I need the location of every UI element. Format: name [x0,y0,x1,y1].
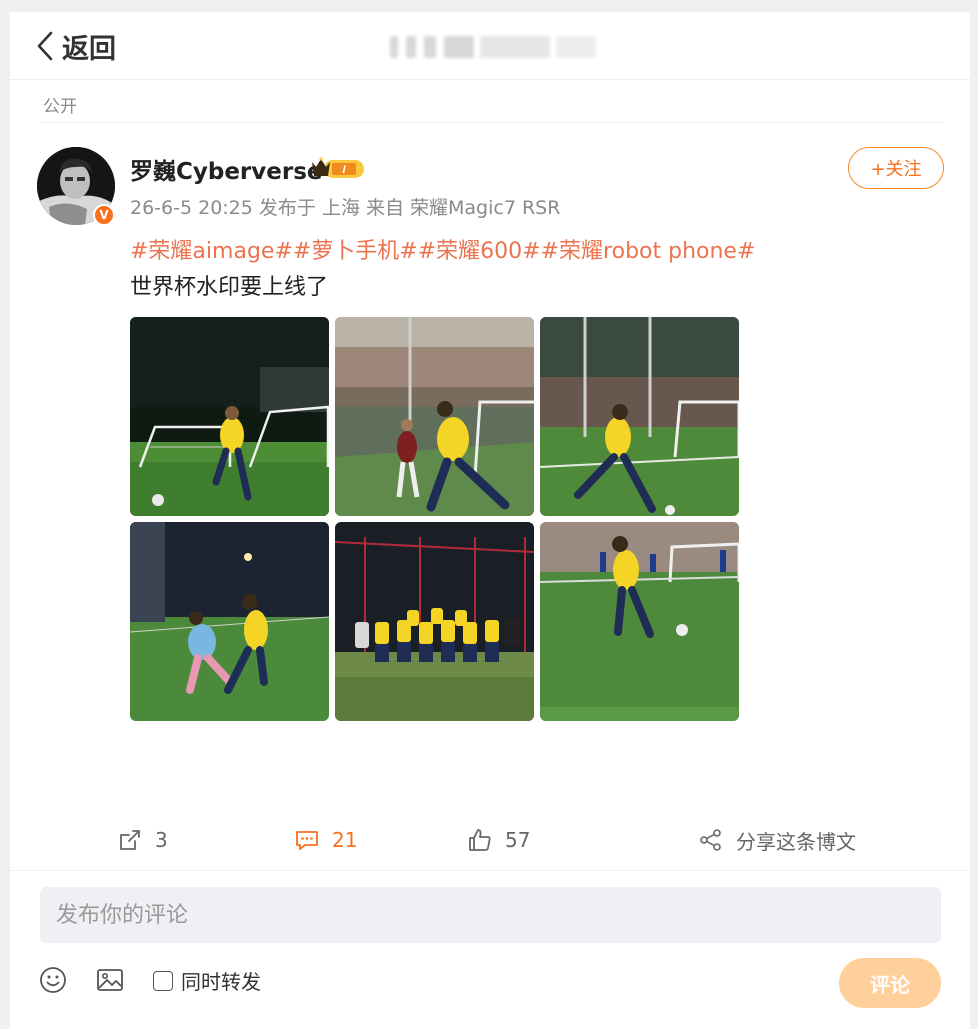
hashtag-link[interactable]: #萝卜手机# [293,239,418,264]
follow-button[interactable]: +关注 [848,147,944,189]
image-button[interactable] [95,965,125,995]
comment-count: 21 [332,828,358,852]
photo-thumbnail[interactable] [335,317,534,516]
hashtag-link[interactable]: #荣耀aimage# [130,239,293,264]
comment-icon [296,831,318,850]
share-button[interactable]: 分享这条博文 [698,820,856,860]
emoji-button[interactable] [38,965,68,995]
post-text: 世界杯水印要上线了 [130,275,329,300]
divider [40,122,944,123]
hashtags: #荣耀aimage##萝卜手机##荣耀600##荣耀robot phone# [130,233,755,265]
hashtag-link[interactable]: #荣耀robot phone# [541,239,756,264]
post-meta: 26-6-5 20:25 发布于 上海 来自 荣耀Magic7 RSR [130,197,561,219]
verified-badge: V [93,204,115,226]
forward-button[interactable]: 3 [117,820,168,860]
photo-thumbnail[interactable] [130,317,329,516]
photo-thumbnail[interactable] [335,522,534,721]
chevron-left-icon [37,31,53,61]
blurred-title [380,32,600,62]
like-button[interactable]: 57 [467,820,530,860]
photo-thumbnail[interactable] [540,522,739,721]
photo-thumbnail[interactable] [130,522,329,721]
share-nodes-icon [700,829,721,851]
photo-grid [130,317,740,722]
crown-vip-icon: I [312,157,364,178]
emoji-icon [40,967,66,993]
checkbox[interactable] [153,970,173,991]
thumbs-up-icon [469,829,491,851]
back-label: 返回 [62,33,116,65]
share-out-icon [120,830,140,850]
comment-button[interactable]: 21 [294,820,357,860]
submit-comment-button[interactable]: 评论 [839,958,941,1008]
repost-checkbox[interactable]: 同时转发 [153,966,261,995]
comment-input[interactable] [40,887,941,943]
image-icon [97,969,123,991]
back-button[interactable]: 返回 [34,28,116,65]
top-bar: 返回 [10,12,970,80]
photo-thumbnail[interactable] [540,317,739,516]
forward-count: 3 [155,828,168,852]
divider [10,870,970,871]
action-bar: 3 21 57 分享这条博文 [10,820,970,860]
like-count: 57 [505,828,531,852]
post-card: 返回 公开 V 罗巍Cyberverse I 26-6-5 20:25 发布于 … [10,12,970,1029]
hashtag-link[interactable]: #荣耀600# [418,239,541,264]
share-label: 分享这条博文 [736,829,856,854]
visibility-label: 公开 [43,97,77,117]
author-name[interactable]: 罗巍Cyberverse [130,152,323,186]
repost-label: 同时转发 [181,970,261,994]
